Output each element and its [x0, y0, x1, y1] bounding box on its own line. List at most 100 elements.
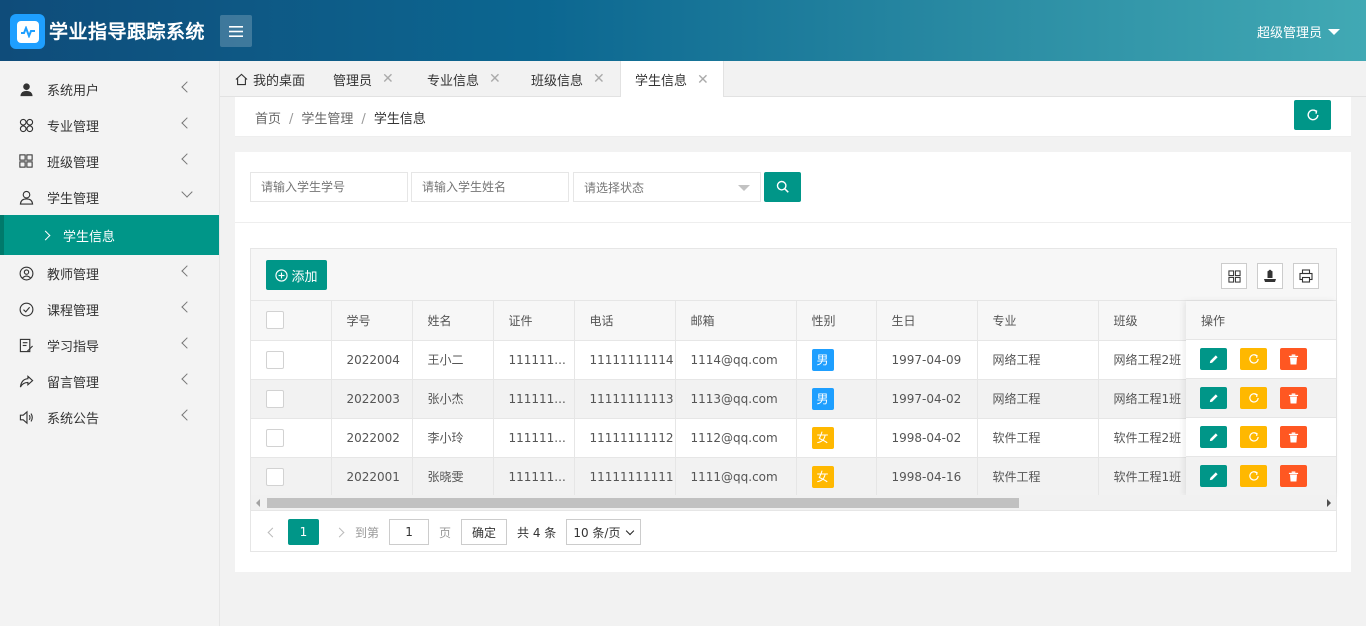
reset-password-button[interactable]	[1240, 465, 1267, 487]
sidebar-subitem-student-info[interactable]: 学生信息	[0, 215, 219, 255]
tab-label: 专业信息	[427, 73, 480, 89]
logo-icon	[10, 14, 45, 49]
gender-badge: 女	[811, 426, 834, 449]
column-header[interactable]: 姓名	[412, 301, 494, 341]
cell-birthday: 1998-04-02	[876, 418, 978, 458]
select-all-checkbox[interactable]	[266, 311, 284, 330]
table-row[interactable]: 2022001 张晓雯 111111... 11111111111 1111@q…	[251, 457, 1337, 497]
print-button[interactable]	[1293, 263, 1319, 289]
chevron-left-icon	[181, 337, 193, 349]
page-size-select[interactable]: 10 条/页	[566, 519, 642, 545]
refresh-button[interactable]	[1294, 100, 1331, 130]
menu-toggle-button[interactable]	[220, 15, 252, 47]
goto-confirm-button[interactable]: 确定	[461, 519, 508, 545]
edit-button[interactable]	[1200, 348, 1227, 370]
close-icon[interactable]: ✕	[489, 71, 501, 87]
cell-major: 网络工程	[977, 340, 1099, 380]
tab-admin[interactable]: 管理员 ✕	[333, 61, 394, 97]
row-checkbox[interactable]	[266, 467, 284, 486]
row-checkbox[interactable]	[266, 350, 284, 369]
row-checkbox[interactable]	[266, 428, 284, 447]
total-count: 共 4 条	[517, 525, 557, 540]
cell-name: 王小二	[412, 340, 494, 380]
face-icon	[18, 265, 34, 281]
reset-password-button[interactable]	[1240, 348, 1267, 370]
add-button[interactable]: 添加	[266, 260, 327, 290]
scroll-right-arrow-icon[interactable]	[1327, 499, 1331, 507]
sidebar-item-label: 专业管理	[47, 119, 100, 135]
edit-button[interactable]	[1200, 465, 1227, 487]
column-header[interactable]: 生日	[876, 301, 978, 341]
tab-student-info[interactable]: 学生信息 ✕	[620, 61, 724, 98]
cell-phone: 11111111111	[574, 457, 676, 497]
edit-doc-icon	[18, 337, 34, 353]
table-row[interactable]: 2022003 张小杰 111111... 11111111113 1113@q…	[251, 379, 1337, 419]
sidebar-item-course[interactable]: 课程管理	[0, 291, 219, 327]
scroll-left-arrow-icon[interactable]	[256, 499, 260, 507]
refresh-icon	[1307, 109, 1319, 121]
edit-button[interactable]	[1200, 426, 1227, 448]
caret-down-icon	[1328, 28, 1340, 35]
student-name-input[interactable]	[411, 172, 569, 202]
table-row[interactable]: 2022004 王小二 111111... 11111111114 1114@q…	[251, 340, 1337, 380]
table-row[interactable]: 2022002 李小玲 111111... 11111111112 1112@q…	[251, 418, 1337, 458]
sidebar-item-guidance[interactable]: 学习指导	[0, 327, 219, 363]
close-icon[interactable]: ✕	[382, 71, 394, 87]
tab-desktop[interactable]: 我的桌面	[235, 61, 305, 97]
sidebar-item-student[interactable]: 学生管理	[0, 179, 219, 215]
next-page-button[interactable]	[333, 526, 345, 538]
delete-button[interactable]	[1280, 426, 1307, 448]
student-no-input[interactable]	[250, 172, 408, 202]
trash-icon	[1288, 470, 1299, 482]
column-header[interactable]: 班级	[1098, 301, 1187, 341]
sidebar-item-messages[interactable]: 留言管理	[0, 363, 219, 399]
edit-button[interactable]	[1200, 387, 1227, 409]
cell-major: 软件工程	[977, 457, 1099, 497]
sidebar-item-major[interactable]: 专业管理	[0, 107, 219, 143]
column-header[interactable]: 邮箱	[675, 301, 797, 341]
close-icon[interactable]: ✕	[593, 71, 605, 87]
sidebar-item-system-users[interactable]: 系统用户	[0, 71, 219, 107]
status-select[interactable]: 请选择状态	[573, 172, 761, 202]
sidebar-item-teacher[interactable]: 教师管理	[0, 255, 219, 291]
share-icon	[18, 373, 34, 389]
clover-icon	[18, 117, 34, 133]
sidebar-item-class[interactable]: 班级管理	[0, 143, 219, 179]
search-button[interactable]	[764, 172, 801, 202]
sidebar-item-notice[interactable]: 系统公告	[0, 399, 219, 435]
goto-label: 到第	[355, 525, 380, 540]
horizontal-scrollbar[interactable]	[251, 495, 1336, 511]
column-header[interactable]: 电话	[574, 301, 676, 341]
status-select-placeholder: 请选择状态	[584, 180, 645, 195]
breadcrumb-section[interactable]: 学生管理	[301, 112, 353, 127]
cell-birthday: 1997-04-09	[876, 340, 978, 380]
reset-password-button[interactable]	[1240, 426, 1267, 448]
row-checkbox[interactable]	[266, 389, 284, 408]
tab-major-info[interactable]: 专业信息 ✕	[427, 61, 501, 97]
current-page[interactable]: 1	[288, 519, 319, 545]
trash-icon	[1288, 353, 1299, 365]
columns-filter-button[interactable]	[1221, 263, 1247, 289]
delete-button[interactable]	[1280, 465, 1307, 487]
column-header[interactable]: 学号	[331, 301, 413, 341]
column-header[interactable]: 性别	[796, 301, 877, 341]
column-header[interactable]: 证件	[493, 301, 575, 341]
tab-class-info[interactable]: 班级信息 ✕	[531, 61, 605, 97]
trash-icon	[1288, 392, 1299, 404]
user-menu[interactable]: 超级管理员	[1257, 22, 1340, 41]
delete-button[interactable]	[1280, 387, 1307, 409]
pencil-icon	[1209, 471, 1218, 480]
goto-page-input[interactable]: 1	[389, 519, 430, 545]
prev-page-button[interactable]	[266, 526, 278, 538]
chevron-left-icon	[181, 373, 193, 385]
reset-password-button[interactable]	[1240, 387, 1267, 409]
column-header[interactable]: 专业	[977, 301, 1099, 341]
person-outline-icon	[18, 189, 34, 205]
close-icon[interactable]: ✕	[697, 72, 709, 88]
breadcrumb-home[interactable]: 首页	[255, 112, 281, 127]
search-icon	[776, 180, 789, 193]
export-button[interactable]	[1257, 263, 1283, 289]
scrollbar-thumb[interactable]	[267, 498, 1019, 508]
delete-button[interactable]	[1280, 348, 1307, 370]
chevron-left-icon	[181, 265, 193, 277]
